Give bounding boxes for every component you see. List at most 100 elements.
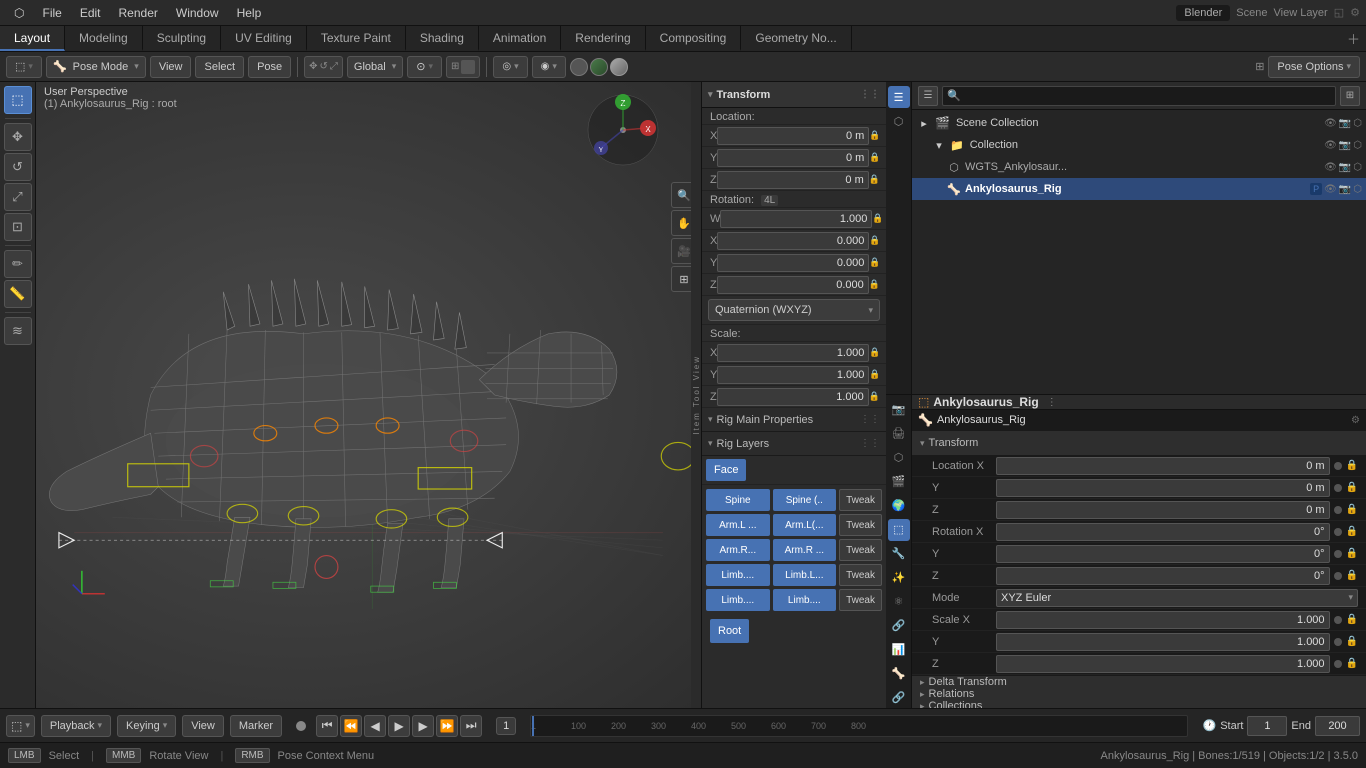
next-keyframe-btn[interactable]: ⏩ <box>436 715 458 737</box>
limb-1-btn[interactable]: Limb.... <box>706 564 770 586</box>
rotation-y-input[interactable] <box>717 254 869 272</box>
prop-rotation-x-input[interactable] <box>996 523 1330 541</box>
tab-modeling[interactable]: Modeling <box>65 26 143 51</box>
menu-window[interactable]: Window <box>168 4 227 22</box>
tab-animation[interactable]: Animation <box>479 26 561 51</box>
eye-icon-collection[interactable]: 👁 <box>1324 140 1337 151</box>
prop-location-x-input[interactable] <box>996 457 1330 475</box>
spine2-btn[interactable]: Spine (.. <box>773 489 837 511</box>
view-menu[interactable]: View <box>150 56 192 78</box>
next-frame-btn[interactable]: ▶ <box>412 715 434 737</box>
material-shading-btn[interactable] <box>590 58 608 76</box>
keying-menu[interactable]: Keying ▾ <box>117 715 176 737</box>
context-strip[interactable]: Item Tool View <box>691 82 701 708</box>
eye-icon-scene[interactable]: 👁 <box>1324 118 1337 129</box>
timeline-track[interactable]: 1 100 200 300 400 500 600 700 800 <box>530 715 1188 737</box>
view-timeline-menu[interactable]: View <box>182 715 224 737</box>
menu-help[interactable]: Help <box>229 4 270 22</box>
view-layer-icon-tab[interactable]: ⬡ <box>888 110 910 132</box>
viewport[interactable]: User Perspective (1) Ankylosaurus_Rig : … <box>36 82 701 708</box>
delta-transform-header[interactable]: ▸ Delta Transform <box>912 676 1366 688</box>
jump-end-btn[interactable]: ⏭ <box>460 715 482 737</box>
render-icon-collection[interactable]: ⬡ <box>1353 140 1362 151</box>
scale-x-input[interactable] <box>717 344 869 362</box>
transform-tool-btn[interactable]: ⊡ <box>4 213 32 241</box>
scale-z-input[interactable] <box>717 388 869 406</box>
scale-x-lock[interactable]: 🔒 <box>869 345 880 361</box>
editor-type-btn[interactable]: ⬚ ▾ <box>6 56 42 78</box>
rotation-x-lock[interactable]: 🔒 <box>869 233 880 249</box>
location-x-input[interactable] <box>717 127 869 145</box>
camera-icon-scene[interactable]: 📷 <box>1339 118 1351 129</box>
arm-r-btn[interactable]: Arm.R... <box>706 539 770 561</box>
transform-space-dropdown[interactable]: Global ▾ <box>347 56 403 78</box>
relations-header[interactable]: ▸ Relations <box>912 688 1366 700</box>
outliner-sort-btn[interactable]: ⊞ <box>1340 86 1360 106</box>
prop-scale-z-input[interactable] <box>996 655 1330 673</box>
scale-y-lock[interactable]: 🔒 <box>869 367 880 383</box>
location-x-key[interactable]: 🔒 <box>1346 460 1358 471</box>
eye-icon-rig[interactable]: 👁 <box>1324 184 1337 195</box>
spine-btn[interactable]: Spine <box>706 489 770 511</box>
rotation-w-input[interactable] <box>720 210 872 228</box>
eye-icon-wgts[interactable]: 👁 <box>1324 162 1337 173</box>
render-icon-rig[interactable]: ⬡ <box>1353 184 1362 195</box>
scene-icon-tab[interactable]: ☰ <box>888 86 910 108</box>
bone-props-tab[interactable]: 🦴 <box>888 662 910 684</box>
tab-rendering[interactable]: Rendering <box>561 26 645 51</box>
tweak-2-btn[interactable]: Tweak <box>839 514 882 536</box>
scale-z-key[interactable]: 🔒 <box>1346 658 1358 669</box>
render-icon-scene[interactable]: ⬡ <box>1353 118 1362 129</box>
view-layer-props-tab[interactable]: ⬡ <box>888 447 910 469</box>
scene-collection-item[interactable]: ▸ 🎬 Scene Collection 👁 📷 ⬡ <box>912 112 1366 134</box>
menu-blender-logo[interactable]: ⬡ <box>6 4 32 22</box>
solid-shading-btn[interactable] <box>570 58 588 76</box>
rig-layers-header[interactable]: ▾ Rig Layers ⋮⋮ <box>702 432 886 456</box>
rotation-x-key[interactable]: 🔒 <box>1346 526 1358 537</box>
transform-panel-header[interactable]: ▾ Transform ⋮⋮ <box>702 82 886 108</box>
outliner-filter-btn[interactable]: ☰ <box>918 86 938 106</box>
end-frame-input[interactable] <box>1315 716 1360 736</box>
data-props-tab[interactable]: 📊 <box>888 638 910 660</box>
camera-icon-collection[interactable]: 📷 <box>1339 140 1351 151</box>
prop-rotation-y-input[interactable] <box>996 545 1330 563</box>
prev-keyframe-btn[interactable]: ⏪ <box>340 715 362 737</box>
tab-layout[interactable]: Layout <box>0 26 65 51</box>
modifier-props-tab[interactable]: 🔧 <box>888 543 910 565</box>
tweak-1-btn[interactable]: Tweak <box>839 489 882 511</box>
tweak-5-btn[interactable]: Tweak <box>839 589 882 611</box>
viewport-canvas[interactable]: X Z Y 🔍 ✋ 🎥 ⊞ <box>36 82 701 708</box>
mode-dropdown[interactable]: 🦴 Pose Mode ▾ <box>46 56 146 78</box>
arm-r2-btn[interactable]: Arm.R ... <box>773 539 837 561</box>
rotation-z-lock[interactable]: 🔒 <box>869 277 880 293</box>
scale-tool-btn[interactable]: ⤢ <box>4 183 32 211</box>
prop-location-z-input[interactable] <box>996 501 1330 519</box>
play-btn[interactable]: ▶ <box>388 715 410 737</box>
bone-constraint-props-tab[interactable]: 🔗 <box>888 686 910 708</box>
face-btn[interactable]: Face <box>706 459 746 481</box>
move-tool-btn[interactable]: ✥ <box>4 123 32 151</box>
prop-rotation-z-input[interactable] <box>996 567 1330 585</box>
editor-type-timeline-btn[interactable]: ⬚ ▾ <box>6 715 35 737</box>
select-menu[interactable]: Select <box>195 56 244 78</box>
outliner-search-input[interactable] <box>963 86 1331 106</box>
prop-scale-x-input[interactable] <box>996 611 1330 629</box>
scale-x-key[interactable]: 🔒 <box>1346 614 1358 625</box>
collections-header[interactable]: ▸ Collections <box>912 700 1366 708</box>
tab-texture-paint[interactable]: Texture Paint <box>307 26 406 51</box>
root-btn[interactable]: Root <box>710 619 749 643</box>
start-frame-input[interactable] <box>1247 716 1287 736</box>
rotation-x-input[interactable] <box>717 232 869 250</box>
output-props-tab[interactable]: 🖨 <box>888 423 910 445</box>
location-y-input[interactable] <box>717 149 869 167</box>
limb-3-btn[interactable]: Limb.... <box>773 589 837 611</box>
location-z-lock[interactable]: 🔒 <box>869 172 880 188</box>
rotation-z-key[interactable]: 🔒 <box>1346 570 1358 581</box>
menu-edit[interactable]: Edit <box>72 4 109 22</box>
annotate-tool-btn[interactable]: ✏ <box>4 250 32 278</box>
tweak-4-btn[interactable]: Tweak <box>839 564 882 586</box>
current-frame-input[interactable]: 1 <box>496 717 516 735</box>
transform-section-header[interactable]: ▾ Transform <box>912 431 1366 455</box>
tweak-3-btn[interactable]: Tweak <box>839 539 882 561</box>
header-icon-1[interactable]: ⊞ <box>1255 60 1264 73</box>
